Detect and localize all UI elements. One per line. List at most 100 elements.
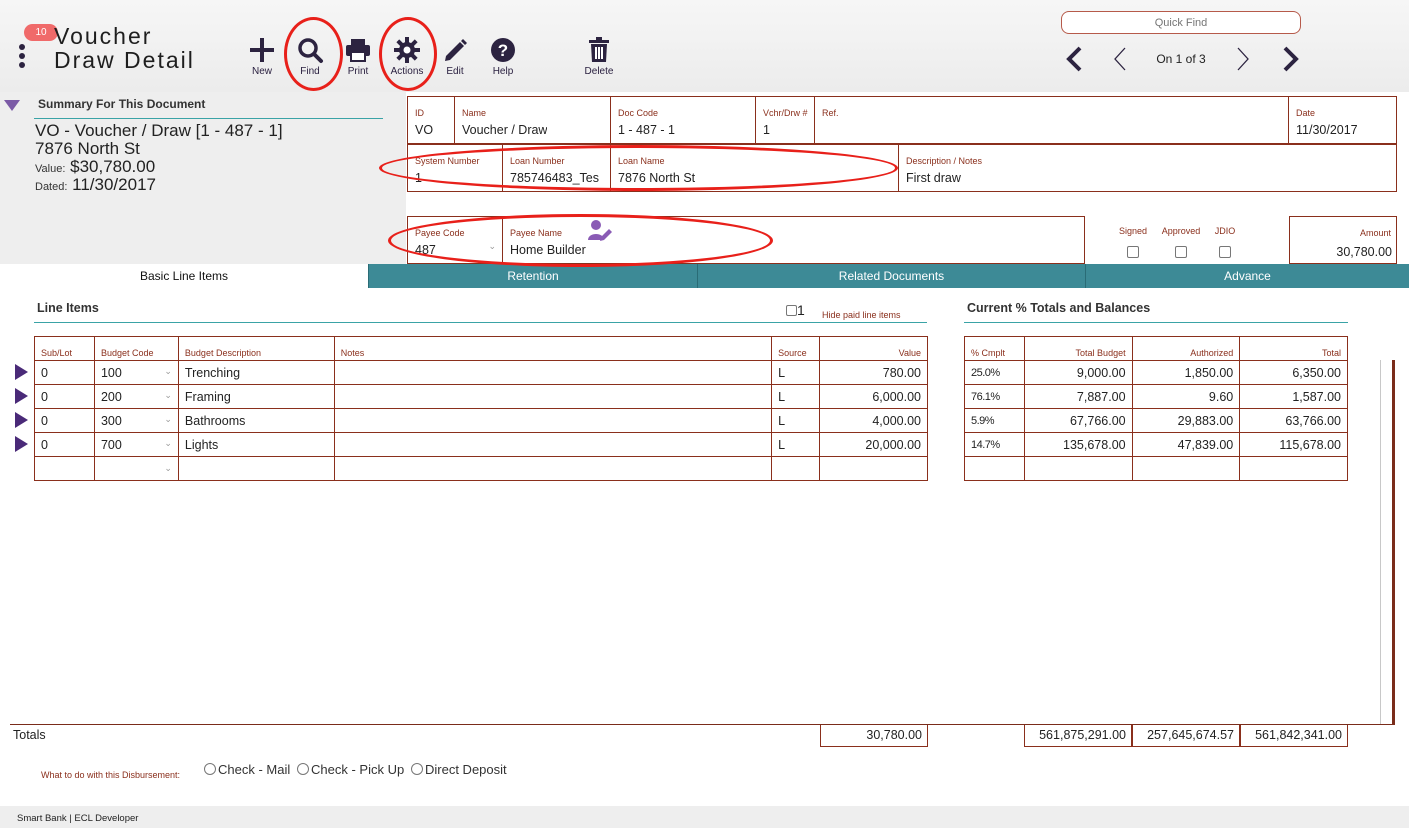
value-cell[interactable]: 780.00 xyxy=(819,360,928,385)
payee-name-field[interactable]: Payee Name Home Builder xyxy=(502,216,1085,264)
sublot-cell[interactable]: 0 xyxy=(34,432,95,457)
source-cell[interactable]: L xyxy=(771,360,821,385)
budget-code-cell[interactable]: 700 ⌄ xyxy=(93,432,179,457)
ref-field[interactable]: Ref. xyxy=(814,96,1289,144)
row-select-arrow-icon[interactable] xyxy=(15,388,28,404)
actions-button[interactable]: Actions xyxy=(383,36,431,77)
source-cell[interactable]: L xyxy=(771,432,821,457)
delete-button[interactable]: Delete xyxy=(575,36,623,77)
description-cell[interactable]: Trenching xyxy=(177,360,335,385)
radio-circle-icon xyxy=(297,763,309,775)
row-select-arrow-icon[interactable] xyxy=(15,364,28,380)
trash-icon xyxy=(589,37,609,62)
quick-find-input[interactable] xyxy=(1061,11,1301,34)
value-cell[interactable]: 6,000.00 xyxy=(819,384,928,409)
chevron-down-icon[interactable]: ⌄ xyxy=(164,366,172,377)
chevron-down-icon[interactable]: ⌄ xyxy=(488,241,496,252)
description-cell[interactable]: Framing xyxy=(177,384,335,409)
next-record-button[interactable] xyxy=(1230,44,1256,74)
scrollbar-track[interactable] xyxy=(1380,360,1381,725)
row-select-arrow-icon[interactable] xyxy=(15,436,28,452)
doc-code-field[interactable]: Doc Code 1 - 487 - 1 xyxy=(610,96,756,144)
notes-cell[interactable] xyxy=(333,432,773,457)
payee-name-label: Payee Name xyxy=(510,228,563,238)
sublot-cell[interactable]: 0 xyxy=(34,408,95,433)
first-record-button[interactable] xyxy=(1062,44,1088,74)
description-field[interactable]: Description / Notes First draw xyxy=(898,144,1397,192)
sublot-cell[interactable] xyxy=(34,456,95,481)
tab-advance[interactable]: Advance xyxy=(1085,264,1409,288)
value-cell[interactable]: 4,000.00 xyxy=(819,408,928,433)
edit-button[interactable]: Edit xyxy=(431,36,479,77)
budget-code-cell[interactable]: 100 ⌄ xyxy=(93,360,179,385)
previous-record-button[interactable] xyxy=(1108,44,1134,74)
chevron-down-icon[interactable]: ⌄ xyxy=(164,463,172,474)
table-header-row: Sub/Lot Budget Code Budget Description N… xyxy=(34,336,928,361)
collapse-caret-icon[interactable] xyxy=(4,100,20,111)
amount-field[interactable]: Amount 30,780.00 xyxy=(1289,216,1397,264)
payee-code-field[interactable]: Payee Code 487 ⌄ xyxy=(407,216,503,264)
budget-code-cell[interactable]: ⌄ xyxy=(93,456,179,481)
description-cell[interactable]: Lights xyxy=(177,432,335,457)
sublot-cell[interactable]: 0 xyxy=(34,384,95,409)
print-button[interactable]: Print xyxy=(334,36,382,77)
scrollbar-edge[interactable] xyxy=(1392,360,1395,725)
table-row[interactable]: 0 300 ⌄ Bathrooms L 4,000.00 xyxy=(34,408,928,433)
value-cell[interactable] xyxy=(819,456,928,481)
jdio-checkbox[interactable] xyxy=(1219,246,1231,258)
notes-cell[interactable] xyxy=(333,456,773,481)
id-field[interactable]: ID VO xyxy=(407,96,455,144)
budget-code-cell[interactable]: 300 ⌄ xyxy=(93,408,179,433)
system-number-field[interactable]: System Number 1 xyxy=(407,144,503,192)
source-cell[interactable]: L xyxy=(771,384,821,409)
authorized-cell: 9.60 xyxy=(1131,384,1241,409)
tab-retention[interactable]: Retention xyxy=(368,264,697,288)
find-button[interactable]: Find xyxy=(286,36,334,77)
notes-cell[interactable] xyxy=(333,384,773,409)
notes-cell[interactable] xyxy=(333,408,773,433)
help-button[interactable]: ? Help xyxy=(479,36,527,77)
radio-check-pick-up[interactable]: Check - Pick Up xyxy=(297,762,404,777)
hide-paid-checkbox[interactable] xyxy=(786,305,797,316)
loan-name-field[interactable]: Loan Name 7876 North St xyxy=(610,144,899,192)
radio-check-mail[interactable]: Check - Mail xyxy=(204,762,290,777)
vchr-drw-field[interactable]: Vchr/Drw # 1 xyxy=(755,96,815,144)
table-row[interactable]: 0 200 ⌄ Framing L 6,000.00 xyxy=(34,384,928,409)
chevron-down-icon[interactable]: ⌄ xyxy=(164,438,172,449)
vchr-drw-label: Vchr/Drw # xyxy=(763,108,808,118)
summary-heading: Summary For This Document xyxy=(38,97,206,111)
edit-user-icon[interactable] xyxy=(587,218,613,242)
loan-number-field[interactable]: Loan Number 785746483_Tes xyxy=(502,144,611,192)
notification-badge[interactable]: 10 xyxy=(24,24,58,41)
table-row[interactable]: 0 100 ⌄ Trenching L 780.00 xyxy=(34,360,928,385)
table-row-empty[interactable]: ⌄ xyxy=(34,456,928,481)
budget-code-value: 700 xyxy=(100,437,122,452)
new-button[interactable]: New xyxy=(238,36,286,77)
approved-checkbox[interactable] xyxy=(1175,246,1187,258)
hide-paid-toggle[interactable]: 1 xyxy=(786,302,805,318)
total-budget-cell: 7,887.00 xyxy=(1023,384,1133,409)
last-record-button[interactable] xyxy=(1277,44,1303,74)
radio-direct-deposit[interactable]: Direct Deposit xyxy=(411,762,507,777)
tab-basic-line-items[interactable]: Basic Line Items xyxy=(0,264,368,288)
table-row[interactable]: 0 700 ⌄ Lights L 20,000.00 xyxy=(34,432,928,457)
description-cell[interactable] xyxy=(177,456,335,481)
chevron-down-icon[interactable]: ⌄ xyxy=(164,414,172,425)
id-label: ID xyxy=(415,108,424,118)
source-cell[interactable] xyxy=(771,456,821,481)
notes-cell[interactable] xyxy=(333,360,773,385)
row-select-arrow-icon[interactable] xyxy=(15,412,28,428)
budget-code-cell[interactable]: 200 ⌄ xyxy=(93,384,179,409)
description-cell[interactable]: Bathrooms xyxy=(177,408,335,433)
value-cell[interactable]: 20,000.00 xyxy=(819,432,928,457)
name-field[interactable]: Name Voucher / Draw xyxy=(454,96,611,144)
sublot-cell[interactable]: 0 xyxy=(34,360,95,385)
divider xyxy=(34,322,927,323)
signed-checkbox[interactable] xyxy=(1127,246,1139,258)
payee-code-label: Payee Code xyxy=(415,228,465,238)
source-cell[interactable]: L xyxy=(771,408,821,433)
tab-related-documents[interactable]: Related Documents xyxy=(697,264,1085,288)
date-field[interactable]: Date 11/30/2017 xyxy=(1288,96,1397,144)
chevron-down-icon[interactable]: ⌄ xyxy=(164,390,172,401)
more-menu-icon[interactable] xyxy=(14,44,30,74)
